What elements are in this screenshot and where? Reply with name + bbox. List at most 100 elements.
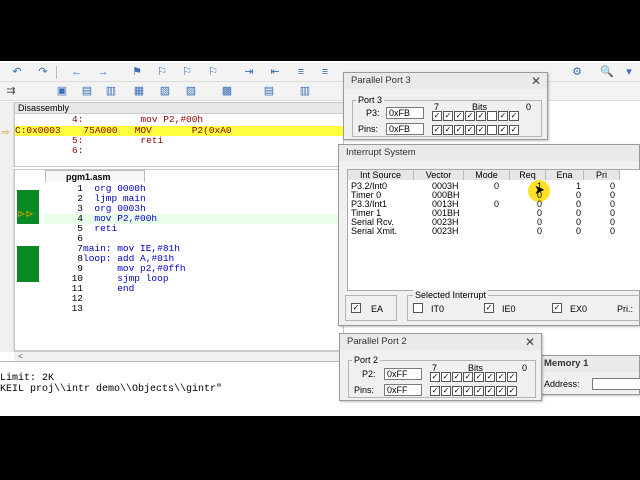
settings-icon[interactable]: ⚙ (570, 66, 584, 79)
bit-checkbox[interactable]: ✓ (498, 111, 508, 121)
ex0-checkbox[interactable]: ✓ (552, 303, 562, 313)
col-header[interactable]: Ena (546, 170, 584, 180)
outdent-icon[interactable]: ⇤ (268, 66, 282, 79)
bit-checkbox[interactable]: ✓ (452, 372, 462, 382)
tab-label: pgm1.asm (66, 172, 111, 182)
col-header[interactable]: Pri (584, 170, 620, 180)
col-header[interactable]: Int Source (348, 170, 414, 180)
serial-icon[interactable]: ▤ (262, 85, 276, 98)
output-line: Limit: 2K (0, 373, 55, 384)
callstack-icon[interactable]: ▧ (158, 85, 172, 98)
code-line[interactable]: 13 (43, 304, 343, 314)
col-header[interactable]: Req (510, 170, 546, 180)
bit-checkbox[interactable]: ✓ (463, 372, 473, 382)
pin-checkbox[interactable]: ✓ (465, 125, 475, 135)
bit-checkbox[interactable]: ✓ (474, 372, 484, 382)
disassembly-line[interactable]: 6: (15, 146, 345, 156)
step-icon[interactable]: ⇉ (4, 85, 18, 98)
memory-icon[interactable]: ▩ (220, 85, 234, 98)
pin-checkbox[interactable]: ✓ (498, 125, 508, 135)
debug-window-icon[interactable]: ▣ (55, 85, 69, 98)
close-icon[interactable]: ✕ (531, 74, 541, 88)
pin-checkbox[interactable]: ✓ (474, 386, 484, 396)
bit-checkbox[interactable]: ✓ (443, 111, 453, 121)
pin-checkbox[interactable]: ✓ (485, 386, 495, 396)
uncomment-icon[interactable]: ≡ (318, 66, 332, 79)
ie0-checkbox[interactable]: ✓ (484, 303, 494, 313)
pin-checkbox[interactable]: ✓ (441, 386, 451, 396)
editor-gutter: ⊳⊳ (15, 184, 41, 350)
p2-pins-field[interactable]: 0xFF (384, 384, 422, 396)
bit-checkbox[interactable]: ✓ (496, 372, 506, 382)
nav-forward-icon[interactable]: → (96, 66, 110, 79)
row-source[interactable]: Serial Xmit. (351, 227, 397, 236)
pin-checkbox[interactable]: ✓ (496, 386, 506, 396)
bit-checkbox[interactable]: ✓ (476, 111, 486, 121)
execution-arrow-icon: ⇨ (2, 127, 10, 137)
code-line[interactable]: 12 (43, 294, 343, 304)
logic-analyzer-icon[interactable]: ▥ (298, 85, 312, 98)
pin-checkbox[interactable]: ✓ (454, 125, 464, 135)
bit-checkbox[interactable]: ✓ (485, 372, 495, 382)
pins-label: Pins: (354, 385, 375, 395)
address-label: Address: (544, 379, 580, 389)
watch-icon[interactable]: ▨ (184, 85, 198, 98)
comment-icon[interactable]: ≡ (294, 66, 308, 79)
bookmark-prev-icon[interactable]: ⚐ (155, 66, 169, 79)
nav-back-icon[interactable]: ← (70, 66, 84, 79)
redo-icon[interactable]: ↷ (36, 66, 50, 79)
tab-pgm1-asm[interactable]: pgm1.asm (45, 170, 145, 182)
p3-register-field[interactable]: 0xFB (386, 107, 424, 119)
code-line[interactable]: 5 reti (43, 224, 343, 234)
bit-checkbox[interactable] (487, 111, 497, 121)
col-header[interactable]: Vector (414, 170, 464, 180)
undo-icon[interactable]: ↶ (10, 66, 24, 79)
p2-register-bits: ✓ ✓ ✓ ✓ ✓ ✓ ✓ ✓ (430, 372, 517, 382)
disassembly-line[interactable]: 4: mov P2,#00h (15, 115, 345, 125)
pin-checkbox[interactable]: ✓ (432, 125, 442, 135)
bit-checkbox[interactable]: ✓ (432, 111, 442, 121)
pin-checkbox[interactable]: ✓ (509, 125, 519, 135)
bookmark-next-icon[interactable]: ⚐ (180, 66, 194, 79)
ea-checkbox[interactable]: ✓ (351, 303, 361, 313)
search-icon[interactable]: 🔍 (600, 66, 614, 79)
close-icon[interactable]: ✕ (525, 335, 535, 349)
pin-checkbox[interactable]: ✓ (476, 125, 486, 135)
registers-icon[interactable]: ▦ (132, 85, 146, 98)
coverage-bar (17, 246, 39, 282)
bit-checkbox[interactable]: ✓ (465, 111, 475, 121)
bit-checkbox[interactable]: ✓ (430, 372, 440, 382)
pin-checkbox[interactable]: ✓ (430, 386, 440, 396)
source-editor[interactable]: pgm1.asm ⊳⊳ 1 org 0000h 2 ljmp main 3 or… (14, 169, 344, 351)
p2-pin-bits: ✓ ✓ ✓ ✓ ✓ ✓ ✓ ✓ (430, 386, 517, 396)
code-line[interactable]: 11 end (43, 284, 343, 294)
address-input[interactable] (592, 378, 640, 390)
it0-checkbox[interactable] (413, 303, 423, 313)
pin-checkbox[interactable]: ✓ (463, 386, 473, 396)
p3-pins-field[interactable]: 0xFB (386, 123, 424, 135)
parallel-port-2-window: Parallel Port 2 ✕ Port 2 P2: 0xFF 7 Bits… (339, 333, 542, 401)
bit-checkbox[interactable]: ✓ (509, 111, 519, 121)
col-header[interactable]: Mode (464, 170, 510, 180)
bit-checkbox[interactable]: ✓ (441, 372, 451, 382)
pin-checkbox[interactable] (487, 125, 497, 135)
row-mode: 0 (494, 181, 500, 191)
scroll-left-icon[interactable]: < (18, 352, 23, 361)
pin-checkbox[interactable]: ✓ (507, 386, 517, 396)
bit-checkbox[interactable]: ✓ (507, 372, 517, 382)
editor-horizontal-scrollbar[interactable]: < (14, 351, 344, 361)
pin-checkbox[interactable]: ✓ (443, 125, 453, 135)
disassembly-icon[interactable]: ▤ (80, 85, 94, 98)
row-mode: 0 (494, 199, 500, 209)
symbols-icon[interactable]: ▥ (104, 85, 118, 98)
bookmark-icon[interactable]: ⚑ (130, 66, 144, 79)
bookmark-clear-icon[interactable]: ⚐ (206, 66, 220, 79)
pin-checkbox[interactable]: ✓ (452, 386, 462, 396)
parallel-port-3-window: Parallel Port 3 ✕ Port 3 P3: 0xFB 7 Bits… (343, 72, 548, 140)
bit-checkbox[interactable]: ✓ (454, 111, 464, 121)
dropdown-icon[interactable]: ▾ (622, 66, 636, 79)
indent-icon[interactable]: ⇥ (242, 66, 256, 79)
p2-register-field[interactable]: 0xFF (384, 368, 422, 380)
row-vector: 0023H (432, 226, 459, 236)
window-title: Parallel Port 2 (340, 334, 541, 350)
